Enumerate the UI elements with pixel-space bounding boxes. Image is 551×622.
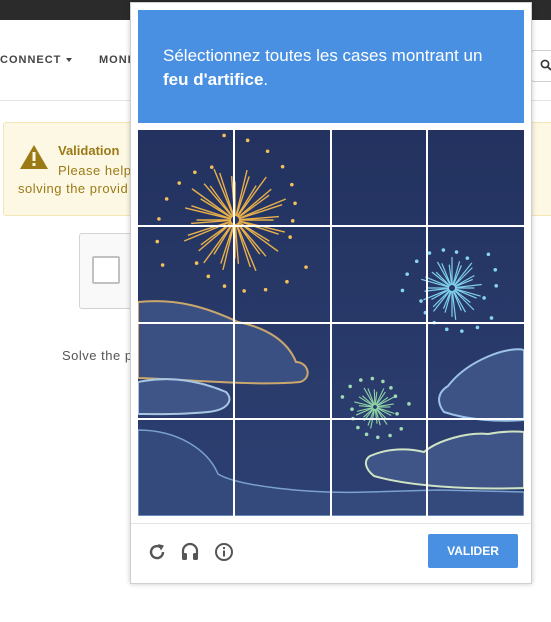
verify-button[interactable]: VALIDER (428, 534, 518, 568)
prompt-prefix: Sélectionnez toutes les cases montrant u… (163, 46, 483, 65)
challenge-prompt: Sélectionnez toutes les cases montrant u… (163, 44, 503, 92)
grid-tile-9[interactable] (138, 323, 235, 420)
grid-tile-2[interactable] (235, 130, 332, 227)
grid-tile-16[interactable] (428, 420, 525, 517)
nav-connect-label: CONNECT (0, 54, 62, 66)
grid-tile-13[interactable] (138, 420, 235, 517)
footer-divider (131, 523, 531, 524)
grid-tile-1[interactable] (138, 130, 235, 227)
search-button[interactable] (531, 50, 551, 82)
grid-tile-5[interactable] (138, 227, 235, 324)
warning-icon (20, 145, 48, 169)
search-icon (540, 59, 551, 71)
prompt-target: feu d'artifice (163, 70, 264, 89)
challenge-header: Sélectionnez toutes les cases montrant u… (138, 10, 524, 123)
alert-text-line1: Please help (58, 163, 132, 178)
grid-tile-7[interactable] (331, 227, 428, 324)
alert-text-line2: solving the provid (18, 181, 129, 196)
prompt-suffix: . (263, 70, 269, 89)
reload-icon[interactable] (147, 542, 167, 562)
chevron-down-icon (66, 58, 73, 63)
alert-title: Validation (58, 143, 120, 158)
grid-tile-8[interactable] (428, 227, 525, 324)
grid-tile-3[interactable] (331, 130, 428, 227)
nav-moni[interactable]: MONI (99, 54, 132, 66)
captcha-checkbox[interactable] (92, 256, 120, 284)
grid-tile-14[interactable] (235, 420, 332, 517)
nav-moni-label: MONI (99, 54, 132, 66)
info-icon[interactable] (214, 542, 234, 562)
nav-connect[interactable]: CONNECT (0, 54, 73, 66)
grid-tile-10[interactable] (235, 323, 332, 420)
solve-instruction: Solve the p (62, 348, 133, 363)
grid-tile-11[interactable] (331, 323, 428, 420)
grid-tile-12[interactable] (428, 323, 525, 420)
grid-tile-6[interactable] (235, 227, 332, 324)
audio-icon[interactable] (180, 542, 200, 562)
image-grid (138, 130, 524, 516)
grid-tile-15[interactable] (331, 420, 428, 517)
grid-tile-4[interactable] (428, 130, 525, 227)
captcha-challenge: Sélectionnez toutes les cases montrant u… (130, 2, 532, 584)
